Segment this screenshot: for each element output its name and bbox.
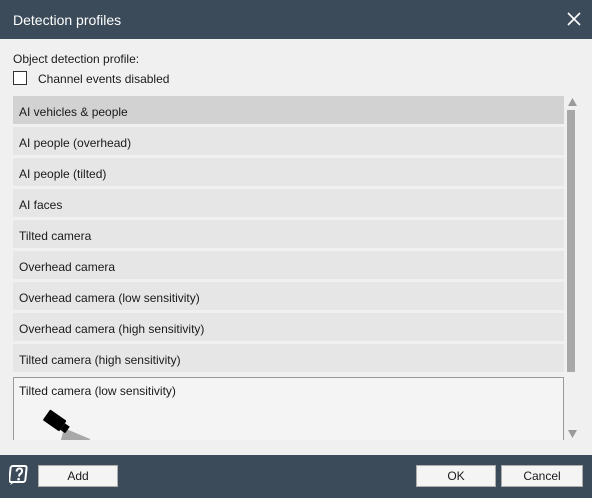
- profile-item-label: Overhead camera (high sensitivity): [19, 322, 205, 336]
- detection-profiles-dialog: Detection profiles Object detection prof…: [0, 0, 592, 498]
- profile-item[interactable]: AI people (overhead): [13, 127, 564, 155]
- dialog-title: Detection profiles: [13, 12, 122, 28]
- profile-item-label: Tilted camera (low sensitivity): [19, 384, 176, 398]
- close-icon[interactable]: [564, 9, 584, 29]
- profile-item-label: AI people (overhead): [19, 136, 132, 150]
- profile-item-label: AI people (tilted): [19, 167, 107, 181]
- profile-item[interactable]: Overhead camera (high sensitivity): [13, 313, 564, 341]
- profile-item[interactable]: Tilted camera (high sensitivity): [13, 344, 564, 372]
- profile-item[interactable]: AI faces: [13, 189, 564, 217]
- title-bar: Detection profiles: [0, 0, 592, 39]
- profile-item-expanded[interactable]: Tilted camera (low sensitivity): [13, 377, 564, 440]
- profile-item[interactable]: AI vehicles & people: [13, 96, 564, 124]
- profile-item-label: AI faces: [19, 198, 63, 212]
- cancel-button[interactable]: Cancel: [501, 465, 583, 487]
- scroll-up-icon[interactable]: [566, 96, 579, 108]
- profile-item-label: Overhead camera: [19, 260, 116, 274]
- profile-item-label: Tilted camera: [19, 229, 92, 243]
- profile-item[interactable]: Tilted camera: [13, 220, 564, 248]
- profile-item[interactable]: Overhead camera (low sensitivity): [13, 282, 564, 310]
- list-scrollbar[interactable]: [566, 96, 579, 440]
- profile-item-label: Tilted camera (high sensitivity): [19, 353, 181, 367]
- profile-list-area: AI vehicles & people AI people (overhead…: [13, 96, 579, 440]
- profile-item-label: AI vehicles & people: [19, 105, 128, 119]
- profile-item[interactable]: Overhead camera: [13, 251, 564, 279]
- profile-item-label: Overhead camera (low sensitivity): [19, 291, 200, 305]
- add-button[interactable]: Add: [38, 465, 118, 487]
- tilted-camera-icon: [43, 409, 90, 440]
- ok-button[interactable]: OK: [416, 465, 496, 487]
- scroll-thumb[interactable]: [567, 110, 575, 372]
- profile-section-label: Object detection profile:: [13, 52, 140, 66]
- scroll-down-icon[interactable]: [566, 428, 579, 440]
- checkbox-box[interactable]: [13, 71, 27, 85]
- dialog-footer: Add OK Cancel: [0, 455, 592, 498]
- checkbox-label: Channel events disabled: [38, 72, 170, 86]
- help-icon[interactable]: [9, 464, 29, 486]
- profile-item[interactable]: AI people (tilted): [13, 158, 564, 186]
